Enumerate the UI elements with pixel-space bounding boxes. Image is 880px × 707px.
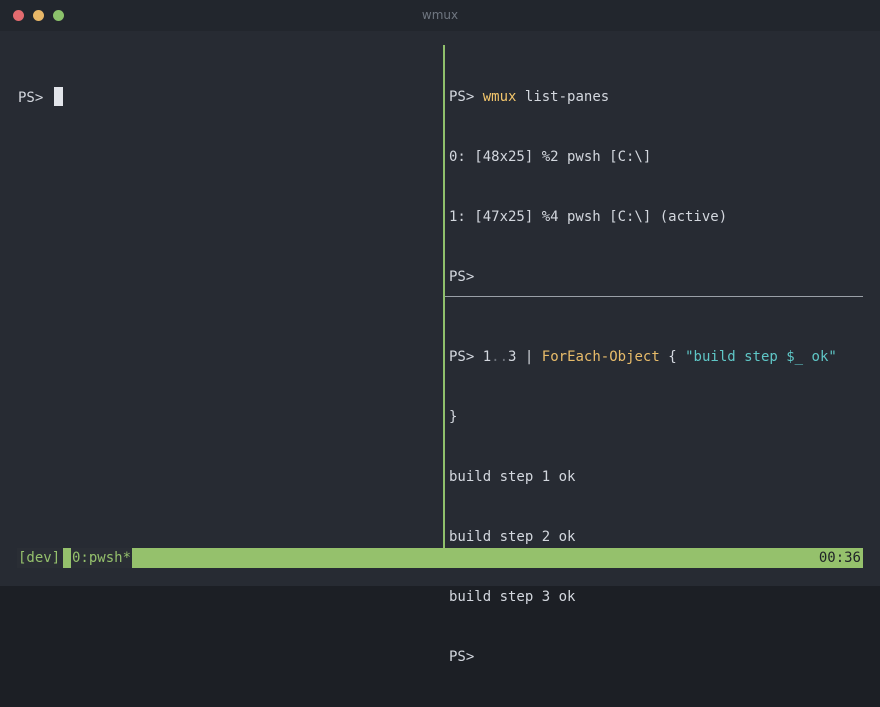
- command-line: PS> 1..3 | ForEach-Object { "build step …: [449, 347, 869, 367]
- prompt-line: PS>: [449, 269, 475, 285]
- command-line: PS> wmux list-panes: [449, 87, 869, 107]
- prompt: PS>: [449, 89, 475, 105]
- cmdlet-name: ForEach-Object: [541, 349, 660, 365]
- range-start: 1: [482, 349, 492, 365]
- prompt: PS>: [18, 90, 44, 106]
- output-line: build step 2 ok: [449, 529, 576, 545]
- output-line: build step 1 ok: [449, 469, 576, 485]
- session-name[interactable]: [dev]: [17, 548, 64, 568]
- range-end: 3: [508, 349, 517, 365]
- output-line: build step 3 ok: [449, 589, 576, 605]
- brace-open: {: [668, 349, 677, 365]
- window-title: wmux: [421, 8, 459, 22]
- brace-close: }: [449, 409, 458, 425]
- terminal-window: wmux PS> PS> wmux list-panes 0: [48x25] …: [0, 0, 880, 665]
- horizontal-pane-divider[interactable]: [445, 296, 863, 297]
- window-tab-pwsh[interactable]: 0:pwsh*: [71, 548, 133, 568]
- status-clock: 00:36: [818, 550, 861, 566]
- range-operator: ..: [491, 349, 509, 365]
- output-line: 1: [47x25] %4 pwsh [C:\] (active): [449, 209, 728, 225]
- prompt: PS>: [449, 349, 475, 365]
- title-bar: wmux: [0, 0, 880, 31]
- bottom-right-pane[interactable]: PS> 1..3 | ForEach-Object { "build step …: [449, 307, 869, 665]
- top-right-pane[interactable]: PS> wmux list-panes 0: [48x25] %2 pwsh […: [449, 47, 869, 287]
- output-line: 0: [48x25] %2 pwsh [C:\]: [449, 149, 652, 165]
- status-bar: [dev] 0:pwsh* 00:36: [17, 548, 863, 568]
- prompt-line: PS>: [449, 649, 475, 665]
- text-cursor: [53, 87, 63, 106]
- string-literal: "build step $_ ok": [685, 349, 837, 365]
- command-args: list-panes: [524, 89, 610, 105]
- command-name: wmux: [482, 89, 517, 105]
- pipe-operator: |: [524, 349, 534, 365]
- left-pane[interactable]: PS>: [18, 47, 438, 542]
- prompt-line: PS>: [18, 87, 438, 107]
